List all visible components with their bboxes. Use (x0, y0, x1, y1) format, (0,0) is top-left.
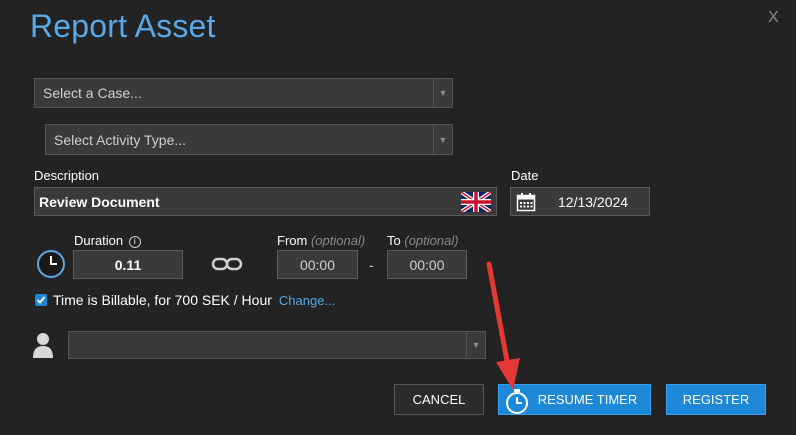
from-label: From (optional) (277, 233, 366, 248)
chain-link-icon[interactable] (211, 256, 243, 272)
description-label: Description (34, 168, 100, 183)
change-rate-link[interactable]: Change... (279, 293, 335, 308)
duration-label: Duration i (74, 233, 141, 248)
user-icon (32, 331, 54, 359)
billable-row: Time is Billable, for 700 SEK / Hour Cha… (35, 292, 335, 308)
chevron-down-icon: ▼ (433, 79, 452, 107)
case-select[interactable]: Select a Case... ▼ (34, 78, 453, 108)
to-label: To (optional) (387, 233, 459, 248)
case-select-value: Select a Case... (43, 85, 142, 101)
from-time-value: 00:00 (299, 256, 336, 273)
clock-icon (36, 249, 66, 279)
user-select[interactable]: ▼ (68, 331, 486, 359)
description-field[interactable]: Review Document (34, 187, 497, 216)
activity-type-select[interactable]: Select Activity Type... ▼ (45, 124, 453, 155)
chevron-down-icon: ▼ (433, 125, 452, 154)
uk-flag-icon (459, 190, 493, 214)
calendar-icon[interactable] (516, 192, 536, 212)
cancel-button[interactable]: CANCEL (394, 384, 484, 415)
register-button[interactable]: REGISTER (666, 384, 766, 415)
duration-value: 0.11 (114, 256, 142, 273)
from-time-field[interactable]: 00:00 (277, 250, 358, 279)
date-label: Date (511, 168, 539, 183)
close-button[interactable]: X (768, 9, 779, 27)
billable-checkbox[interactable] (35, 294, 47, 306)
annotation-arrow (486, 261, 520, 390)
to-time-value: 00:00 (409, 256, 445, 273)
billable-text: Time is Billable, for 700 SEK / Hour (53, 292, 272, 308)
date-field[interactable]: 12/13/2024 (510, 187, 650, 216)
duration-field[interactable]: 0.11 (73, 250, 183, 279)
date-value: 12/13/2024 (558, 194, 629, 210)
info-icon[interactable]: i (128, 236, 141, 248)
description-value: Review Document (39, 193, 160, 210)
time-range-separator: - (369, 257, 374, 273)
dialog-title: Report Asset (30, 8, 216, 44)
to-time-field[interactable]: 00:00 (387, 250, 467, 279)
activity-type-select-value: Select Activity Type... (54, 131, 187, 148)
